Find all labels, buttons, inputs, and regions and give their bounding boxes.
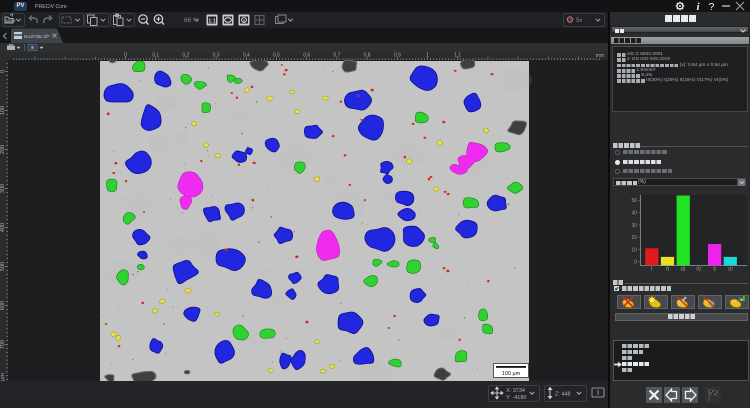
svg-text:Y: -4180: Y: -4180 xyxy=(506,395,527,401)
svg-text:VI: VI xyxy=(728,267,734,273)
svg-text:0.2: 0.2 xyxy=(182,53,189,59)
svg-text:0: 0 xyxy=(124,53,127,59)
svg-text:1: 1 xyxy=(426,53,429,59)
svg-text:mm: mm xyxy=(596,53,604,59)
svg-text:0: 0 xyxy=(0,70,6,73)
svg-text:V: V xyxy=(713,267,717,273)
svg-text:40: 40 xyxy=(631,211,637,217)
svg-text:500: 500 xyxy=(0,262,6,271)
svg-text:1:1: 1:1 xyxy=(208,19,215,25)
svg-text:?: ? xyxy=(709,1,715,12)
svg-text:i: i xyxy=(697,1,701,12)
svg-text:700: 700 xyxy=(0,340,6,349)
svg-text:400: 400 xyxy=(0,223,6,232)
svg-text:100 µm: 100 µm xyxy=(502,371,521,377)
svg-text:0.5: 0.5 xyxy=(273,53,280,59)
svg-text:II: II xyxy=(666,267,670,273)
svg-text:0: 0 xyxy=(634,260,637,266)
svg-text:X: 3734: X: 3734 xyxy=(506,388,525,394)
svg-text:0.3: 0.3 xyxy=(213,53,220,59)
svg-text:0.6: 0.6 xyxy=(303,53,310,59)
svg-text:0.8: 0.8 xyxy=(364,53,371,59)
svg-text:5x: 5x xyxy=(576,18,582,24)
svg-text:Z: 448: Z: 448 xyxy=(555,392,571,398)
svg-text:30: 30 xyxy=(631,223,637,229)
svg-text:IV: IV xyxy=(696,267,702,273)
svg-text:I: I xyxy=(651,267,653,273)
svg-text:100: 100 xyxy=(0,106,6,115)
svg-text:0.9: 0.9 xyxy=(394,53,401,59)
svg-text:200: 200 xyxy=(0,145,6,154)
svg-text:600: 600 xyxy=(0,301,6,310)
svg-text:10: 10 xyxy=(631,247,637,253)
svg-text:III: III xyxy=(681,267,686,273)
svg-text:20: 20 xyxy=(631,235,637,241)
svg-text:µm: µm xyxy=(0,373,6,381)
svg-text:0.4: 0.4 xyxy=(243,53,250,59)
svg-text:1.1: 1.1 xyxy=(454,53,461,59)
svg-text:0.1: 0.1 xyxy=(152,53,159,59)
svg-text:50: 50 xyxy=(631,198,637,204)
svg-text:300: 300 xyxy=(0,184,6,193)
svg-text:0.7: 0.7 xyxy=(333,53,340,59)
svg-text:Nod736c.tif*: Nod736c.tif* xyxy=(24,34,50,39)
